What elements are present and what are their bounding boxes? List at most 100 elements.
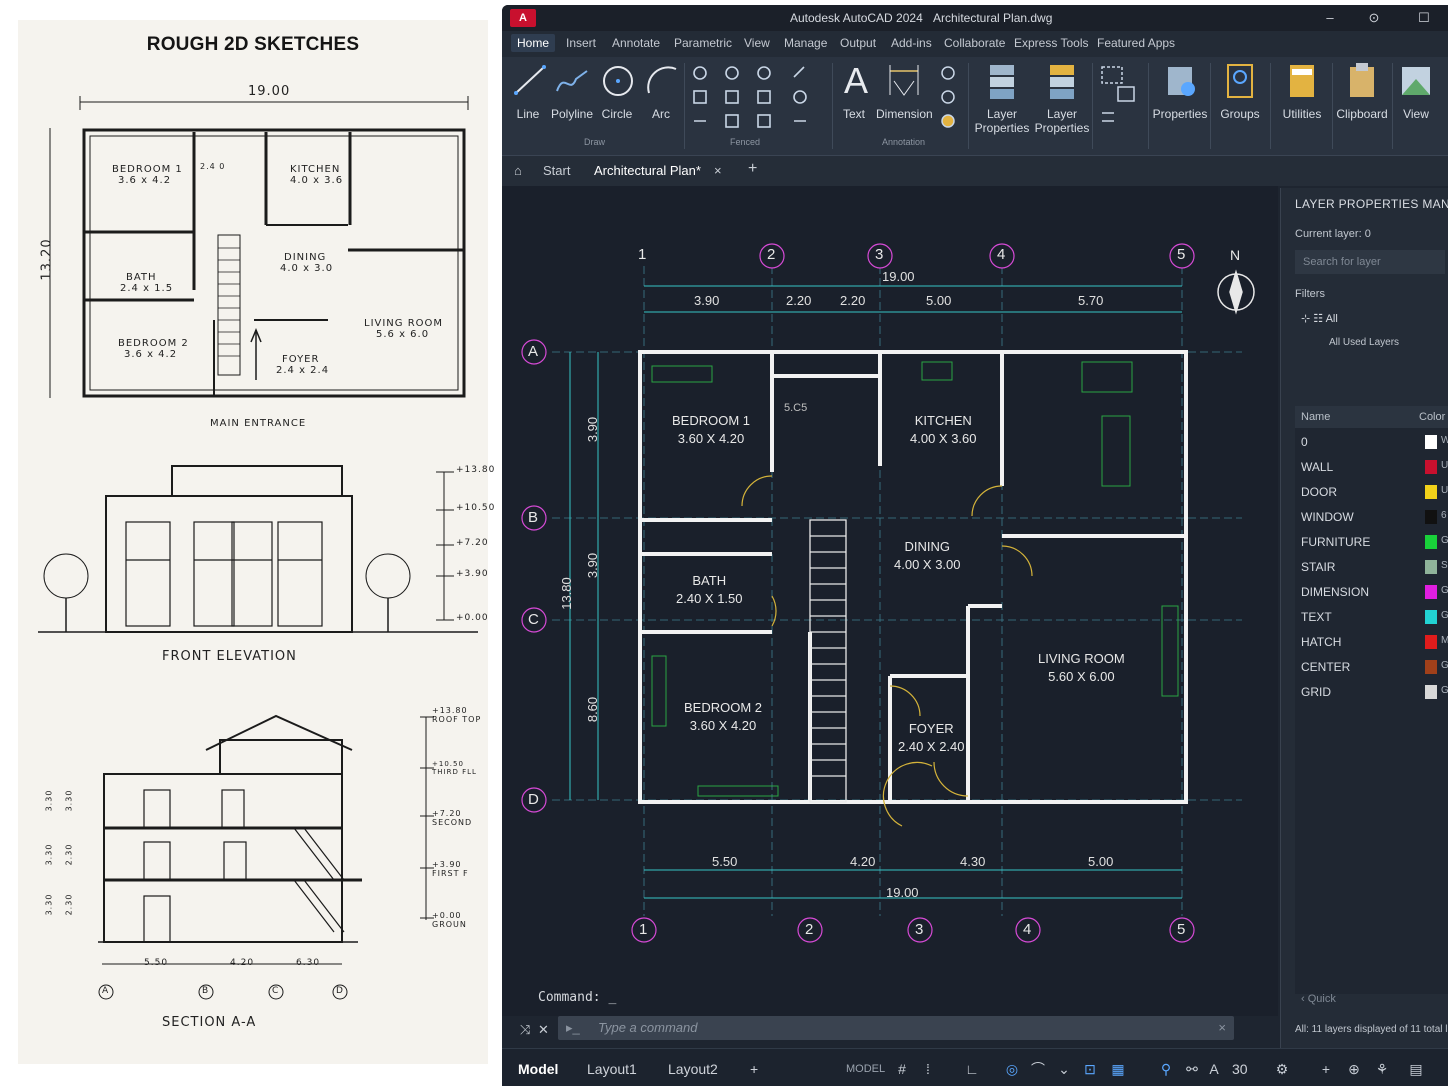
ribbon-tab-express[interactable]: Express Tools [1014, 36, 1088, 50]
drawing-canvas[interactable]: 1 2 3 4 5 1 2 3 4 5 A B C D 19.00 3.90 2… [502, 186, 1278, 1016]
dim-overall-bottom: 19.00 [886, 885, 919, 900]
layer-row[interactable]: FURNITURE G [1295, 530, 1448, 555]
grid-bubbles [521, 243, 1195, 943]
ribbon-tab-parametric[interactable]: Parametric [674, 36, 732, 50]
restore-icon[interactable]: ⊙ [1364, 8, 1384, 28]
layer-row[interactable]: HATCH M [1295, 630, 1448, 655]
isolate-icon[interactable]: ⊕ [1344, 1059, 1364, 1079]
layer-row[interactable]: DOOR Ui [1295, 480, 1448, 505]
column-color[interactable]: Color [1419, 411, 1445, 423]
command-config-icon[interactable]: ⤨ [520, 1022, 530, 1038]
polyline-button[interactable]: Polyline [550, 61, 594, 121]
layer-row[interactable]: WINDOW 6 [1295, 505, 1448, 530]
block-tools-icon[interactable] [1098, 63, 1144, 133]
tab-architectural-plan[interactable]: Architectural Plan* [594, 163, 701, 178]
annotation-visibility-icon[interactable]: ⚲ [1156, 1059, 1176, 1079]
command-input[interactable]: ▸_ Type a command × [558, 1016, 1234, 1040]
clipboard-label: Clipboard [1336, 107, 1388, 121]
ribbon-tab-home[interactable]: Home [511, 34, 556, 52]
ribbon-tab-view[interactable]: View [744, 36, 770, 50]
layer-color-swatch[interactable] [1425, 635, 1437, 649]
layer-color-swatch[interactable] [1425, 510, 1437, 524]
layer-quick-search[interactable]: ‹ Quick [1301, 993, 1336, 1005]
otrack-icon[interactable]: ▦ [1108, 1059, 1128, 1079]
annotation-scale-value[interactable]: 30 [1232, 1061, 1248, 1077]
layer-row[interactable]: WALL U [1295, 455, 1448, 480]
filter-all[interactable]: ⊹ ☷ All [1301, 312, 1338, 325]
file-title: Architectural Plan.dwg [933, 11, 1053, 25]
layer-color-swatch[interactable] [1425, 585, 1437, 599]
column-name[interactable]: Name [1301, 411, 1330, 423]
autocad-logo-icon[interactable]: A [510, 9, 536, 27]
ribbon-tab-manage[interactable]: Manage [784, 36, 827, 50]
tab-layout1[interactable]: Layout1 [587, 1061, 637, 1077]
layer-color-swatch[interactable] [1425, 610, 1437, 624]
minimize-icon[interactable]: – [1320, 8, 1340, 28]
tab-layout2[interactable]: Layout2 [668, 1061, 718, 1077]
command-clear-icon[interactable]: × [1218, 1016, 1226, 1040]
ortho-icon[interactable]: ∟ [962, 1059, 982, 1079]
layer-row[interactable]: STAIR S [1295, 555, 1448, 580]
annotation-tools-icon[interactable] [938, 63, 962, 133]
workspace-gear-icon[interactable]: ⚙ [1272, 1059, 1292, 1079]
layer-search-input[interactable]: Search for layer [1295, 250, 1445, 274]
annotation-scale-icon[interactable]: ⚯ [1182, 1059, 1202, 1079]
osnap-icon[interactable]: ⊡ [1080, 1059, 1100, 1079]
model-space-indicator[interactable]: MODEL [846, 1063, 885, 1075]
maximize-icon[interactable]: ☐ [1414, 8, 1434, 28]
polar-icon[interactable]: ◎ [1002, 1059, 1022, 1079]
layer-properties-button[interactable]: Layer Properties [974, 61, 1030, 135]
ribbon-tab-collaborate[interactable]: Collaborate [944, 36, 1005, 50]
layer-color-swatch[interactable] [1425, 485, 1437, 499]
clipboard-button[interactable]: Clipboard [1336, 61, 1388, 121]
customize-icon[interactable]: ▤ [1406, 1059, 1426, 1079]
ribbon-tab-addins[interactable]: Add-ins [891, 36, 932, 50]
layer-color-swatch[interactable] [1425, 560, 1437, 574]
text-button[interactable]: A Text [838, 61, 870, 122]
layer-properties-2-button[interactable]: Layer Properties [1034, 61, 1090, 135]
circle-button[interactable]: Circle [600, 61, 634, 121]
layer-row[interactable]: CENTER G [1295, 655, 1448, 680]
view-button[interactable]: View [1398, 61, 1434, 121]
add-layout-button[interactable]: + [750, 1061, 758, 1077]
layer-color-swatch[interactable] [1425, 685, 1437, 699]
layer-row[interactable]: 0W [1295, 430, 1448, 455]
snap-icon[interactable]: ⁞ [918, 1059, 938, 1079]
layer-color-swatch[interactable] [1425, 460, 1437, 474]
plus-icon[interactable]: + [1316, 1059, 1336, 1079]
arc-button[interactable]: Arc [644, 61, 678, 121]
sketch-room-bedroom2: BEDROOM 2 3.6 x 4.2 [118, 338, 189, 360]
ribbon-tab-output[interactable]: Output [840, 36, 876, 50]
ribbon-tab-featured[interactable]: Featured Apps [1097, 36, 1175, 50]
tab-model[interactable]: Model [518, 1061, 558, 1077]
dimension-button[interactable]: Dimension [876, 61, 933, 121]
layer-color-swatch[interactable] [1425, 660, 1437, 674]
utilities-button[interactable]: Utilities [1274, 61, 1330, 121]
line-button[interactable]: Line [512, 61, 546, 121]
close-tab-icon[interactable]: × [714, 163, 722, 178]
annotation-auto-icon[interactable]: A [1204, 1059, 1224, 1079]
groups-button[interactable]: Groups [1214, 61, 1266, 121]
layer-color-swatch[interactable] [1425, 535, 1437, 549]
layer-row[interactable]: TEXT G [1295, 605, 1448, 630]
command-close-icon[interactable]: ✕ [538, 1022, 549, 1038]
properties-button[interactable]: Properties [1152, 61, 1208, 121]
dimension-icon [886, 61, 922, 101]
tab-start[interactable]: Start [543, 163, 570, 178]
home-icon[interactable]: ⌂ [514, 163, 522, 178]
ribbon-tab-insert[interactable]: Insert [566, 36, 596, 50]
chevron-down-icon[interactable]: ⌄ [1054, 1059, 1074, 1079]
modify-tools-icon[interactable] [690, 63, 822, 133]
isodraft-icon[interactable]: ⌒ [1028, 1059, 1048, 1079]
sketch-sec-grid-b: B [202, 986, 209, 996]
grid-icon[interactable]: # [892, 1059, 912, 1079]
new-tab-button[interactable]: + [748, 160, 757, 178]
ribbon-tab-annotate[interactable]: Annotate [612, 36, 660, 50]
filter-all-used[interactable]: All Used Layers [1329, 337, 1399, 348]
layer-color-swatch[interactable] [1425, 435, 1437, 449]
layer-row[interactable]: GRID G [1295, 680, 1448, 705]
hardware-accel-icon[interactable]: ⚘ [1372, 1059, 1392, 1079]
layer-row[interactable]: DIMENSION G [1295, 580, 1448, 605]
grid-top-4: 4 [997, 246, 1006, 263]
sketch-drawing [38, 96, 478, 1000]
